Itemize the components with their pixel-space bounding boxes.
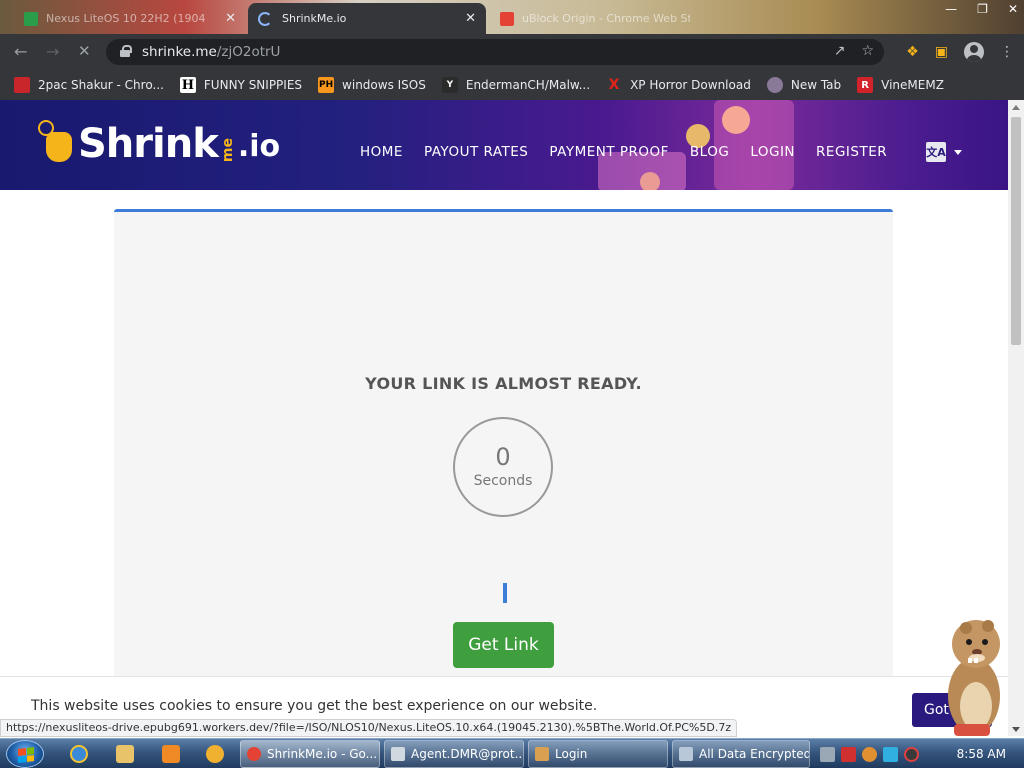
link-ready-heading: YOUR LINK IS ALMOST READY. <box>365 374 642 393</box>
star-bookmark-icon[interactable]: ☆ <box>861 43 874 59</box>
profile-avatar-icon[interactable] <box>964 42 984 62</box>
bookmark-new-tab[interactable]: New Tab <box>766 77 841 93</box>
mail-window-icon <box>391 747 405 761</box>
chrome-web-store-icon <box>500 11 514 26</box>
bookmark-xp-horror[interactable]: X XP Horror Download <box>606 77 751 93</box>
bookmarks-bar: 2pac Shakur - Chro... H FUNNY SNIPPIES P… <box>0 70 1024 100</box>
toolbar-actions: ❖ ▣ ⋮ <box>906 42 1014 62</box>
share-icon[interactable]: ↗ <box>834 43 846 59</box>
close-tab-icon[interactable]: ✕ <box>465 11 476 26</box>
logo-io-text: .io <box>237 129 281 164</box>
site-header: Shrink me .io HOME PAYOUT RATES PAYMENT … <box>0 100 1008 190</box>
link-card: YOUR LINK IS ALMOST READY. 0 Seconds Get… <box>114 209 893 689</box>
tab-title: ShrinkMe.io <box>282 12 347 25</box>
countdown-timer: 0 Seconds <box>453 417 553 517</box>
bookmark-icon <box>14 77 30 93</box>
scroll-down-arrow-icon[interactable] <box>1012 727 1020 732</box>
logo-me-text: me <box>219 137 236 162</box>
taskbar-item-all-data-encrypted[interactable]: All Data Encrypted <box>672 740 810 768</box>
bookmark-funny-snippies[interactable]: H FUNNY SNIPPIES <box>179 77 302 93</box>
window-controls: — ❐ ✕ <box>945 2 1018 16</box>
back-arrow-icon[interactable]: ← <box>14 42 27 61</box>
url-text: shrinke.me/zjO2otrU <box>142 44 281 60</box>
cookie-message: This website uses cookies to ensure you … <box>31 698 598 714</box>
tab-nexus-liteos[interactable]: Nexus LiteOS 10 22H2 (19045.2130) • ... … <box>14 3 246 34</box>
nav-payout-rates[interactable]: PAYOUT RATES <box>424 144 528 160</box>
pointer-hand-icon <box>36 120 78 166</box>
translate-icon: 文A <box>926 142 946 162</box>
address-bar[interactable]: shrinke.me/zjO2otrU ↗ ☆ <box>106 39 884 65</box>
hamster-mascot-image <box>948 620 1000 736</box>
tab-shrinkme[interactable]: ShrinkMe.io ✕ <box>248 3 486 34</box>
internet-explorer-icon[interactable] <box>70 745 88 763</box>
omnibox-actions: ↗ ☆ <box>834 43 874 59</box>
tab-ublock[interactable]: uBlock Origin - Chrome Web Store <box>490 3 700 34</box>
paint-icon[interactable] <box>206 745 224 763</box>
tab-title: uBlock Origin - Chrome Web Store <box>522 12 690 25</box>
window-icon <box>679 747 693 761</box>
side-panel-icon[interactable]: ▣ <box>935 44 948 60</box>
h-icon: H <box>179 77 196 93</box>
language-selector[interactable]: 文A <box>926 142 962 162</box>
taskbar-clock[interactable]: 8:58 AM <box>957 747 1006 761</box>
minimize-icon[interactable]: — <box>945 2 957 16</box>
restore-icon[interactable]: ❐ <box>977 2 988 16</box>
windows-taskbar: ShrinkMe.io - Go... Agent.DMR@prot... Lo… <box>0 738 1024 768</box>
logo-text: Shrink <box>78 121 219 167</box>
main-nav: HOME PAYOUT RATES PAYMENT PROOF BLOG LOG… <box>360 144 887 160</box>
search-tray-icon[interactable] <box>862 746 877 762</box>
countdown-unit: Seconds <box>473 473 533 489</box>
bookmark-windows-isos[interactable]: PH windows ISOS <box>318 77 426 93</box>
bookmark-endermanch[interactable]: Y EndermanCH/Malw... <box>441 77 590 93</box>
lock-icon <box>120 45 132 57</box>
yp-icon: Y <box>441 77 458 93</box>
nav-home[interactable]: HOME <box>360 144 403 160</box>
get-link-button[interactable]: Get Link <box>453 622 554 668</box>
shrinkme-logo[interactable]: Shrink me .io <box>36 120 280 166</box>
taskbar-item-agent[interactable]: Agent.DMR@prot... <box>384 740 524 768</box>
close-tab-icon[interactable]: ✕ <box>225 11 236 26</box>
file-explorer-icon[interactable] <box>116 745 134 763</box>
tab-title: Nexus LiteOS 10 22H2 (19045.2130) • ... <box>46 12 206 25</box>
bookmark-2pac[interactable]: 2pac Shakur - Chro... <box>14 77 164 93</box>
globe-icon <box>766 77 783 93</box>
stop-loading-icon[interactable]: ✕ <box>78 42 91 60</box>
drive-icon <box>24 11 38 26</box>
page-scrollbar[interactable] <box>1008 100 1024 736</box>
nav-payment-proof[interactable]: PAYMENT PROOF <box>549 144 669 160</box>
nav-blog[interactable]: BLOG <box>690 144 729 160</box>
windows-logo-icon <box>18 747 34 763</box>
nav-login[interactable]: LOGIN <box>750 144 795 160</box>
forward-arrow-icon[interactable]: → <box>46 42 59 61</box>
app-tray-icon[interactable] <box>904 746 919 762</box>
media-player-icon[interactable] <box>162 745 180 763</box>
x-icon: X <box>608 77 620 93</box>
loading-spinner-icon <box>258 11 272 26</box>
ph-icon: PH <box>318 77 335 93</box>
display-icon[interactable] <box>883 746 898 762</box>
link-status-bubble: https://nexusliteos-drive.epubg691.worke… <box>0 719 738 737</box>
user-login-icon <box>535 747 549 761</box>
browser-toolbar: ← → ✕ shrinke.me/zjO2otrU ↗ ☆ ❖ ▣ ⋮ <box>0 34 1024 70</box>
close-window-icon[interactable]: ✕ <box>1008 2 1018 16</box>
start-button[interactable] <box>6 740 44 768</box>
r-icon: R <box>857 77 874 93</box>
chevron-down-icon <box>954 149 962 155</box>
nav-register[interactable]: REGISTER <box>816 144 887 160</box>
scroll-thumb[interactable] <box>1011 117 1021 345</box>
taskbar-item-login[interactable]: Login <box>528 740 668 768</box>
extensions-puzzle-icon[interactable]: ❖ <box>906 44 919 60</box>
antivirus-icon[interactable] <box>841 746 856 762</box>
scroll-up-arrow-icon[interactable] <box>1012 105 1020 110</box>
taskbar-item-chrome[interactable]: ShrinkMe.io - Go... <box>240 740 380 768</box>
chrome-icon <box>247 747 261 761</box>
menu-kebab-icon[interactable]: ⋮ <box>1000 44 1014 60</box>
browser-tab-strip: Nexus LiteOS 10 22H2 (19045.2130) • ... … <box>0 0 1024 34</box>
countdown-value: 0 <box>495 443 511 471</box>
network-icon[interactable] <box>820 746 835 762</box>
bookmark-vinememz[interactable]: R VineMEMZ <box>857 77 944 93</box>
loading-indicator <box>503 583 507 603</box>
